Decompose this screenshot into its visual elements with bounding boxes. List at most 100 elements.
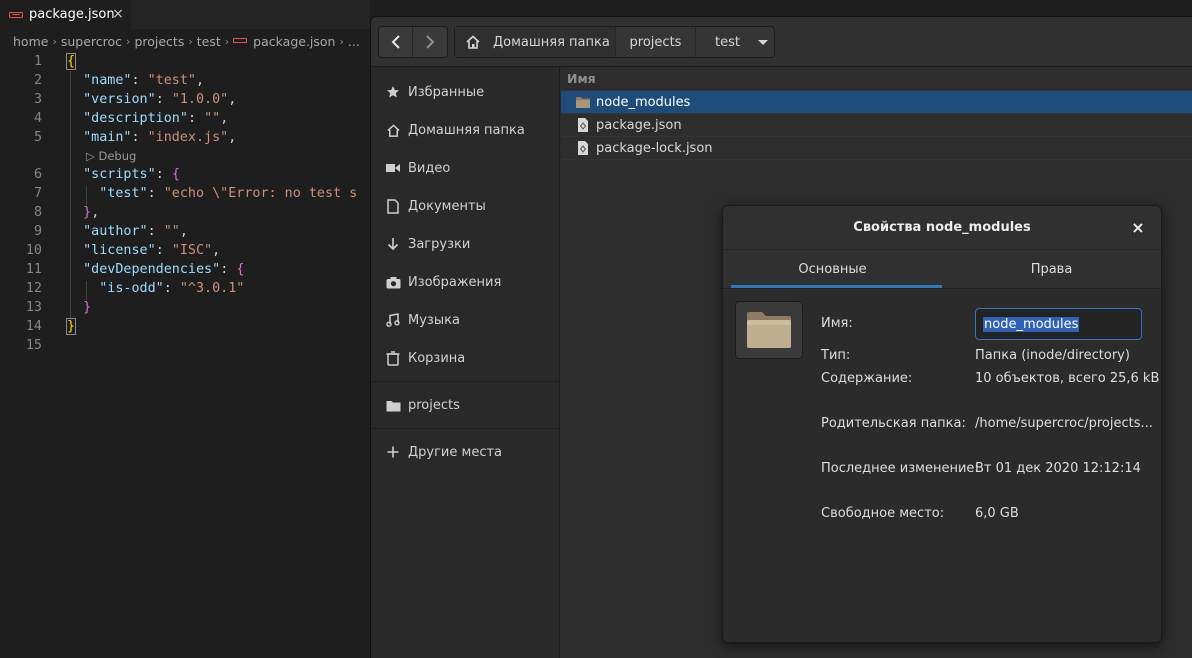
breadcrumb-test[interactable]: test xyxy=(197,34,221,49)
breadcrumb-supercroc[interactable]: supercroc xyxy=(61,34,122,49)
music-icon xyxy=(385,312,401,328)
code-area[interactable]: 1{ 2 "name": "test", 3 "version": "1.0.0… xyxy=(0,52,370,355)
code-line: 12 "is-odd": "^3.0.1" xyxy=(25,281,245,296)
code-line: 4 "description": "", xyxy=(33,111,229,126)
code-line: 15 xyxy=(25,338,42,353)
sidebar-item-label: Другие места xyxy=(408,444,503,460)
folder-icon-button[interactable] xyxy=(735,301,803,359)
sidebar-item-trash[interactable]: Корзина xyxy=(371,339,559,377)
back-button[interactable] xyxy=(379,27,414,57)
tab-close-icon[interactable]: × xyxy=(111,4,125,24)
properties-dialog: Свойства node_modules × Основные Права И… xyxy=(722,205,1162,643)
navigation-buttons xyxy=(378,26,448,58)
folder-icon xyxy=(576,97,590,108)
debug-codelens[interactable]: ▷ Debug xyxy=(0,147,370,165)
json-file-icon xyxy=(233,37,248,43)
breadcrumb-package-json[interactable]: package.json xyxy=(253,34,335,49)
sidebar-item-favorites[interactable]: Избранные xyxy=(371,73,559,111)
home-icon xyxy=(466,35,480,49)
modified-value: Вт 01 дек 2020 12:12:14 xyxy=(975,461,1141,476)
sidebar-item-label: Изображения xyxy=(408,274,502,290)
home-icon xyxy=(385,122,401,138)
file-row-package-json[interactable]: package.json xyxy=(561,114,1192,137)
sidebar-item-other-locations[interactable]: Другие места xyxy=(371,433,559,471)
chevron-left-icon xyxy=(391,35,400,49)
sidebar-item-video[interactable]: Видео xyxy=(371,149,559,187)
chevron-right-icon: › xyxy=(52,34,57,48)
name-input[interactable]: node_modules xyxy=(975,308,1142,340)
sidebar-item-home[interactable]: Домашняя папка xyxy=(371,111,559,149)
chevron-right-icon: › xyxy=(188,34,193,48)
sidebar-item-label: Загрузки xyxy=(408,236,471,252)
code-line: 1{ xyxy=(33,53,77,70)
file-row-node-modules[interactable]: node_modules xyxy=(561,91,1192,114)
path-projects-label: projects xyxy=(629,34,682,50)
sidebar-item-label: Видео xyxy=(408,160,451,176)
sidebar-item-label: Избранные xyxy=(408,84,485,100)
breadcrumb-projects[interactable]: projects xyxy=(134,34,184,49)
sidebar-item-label: projects xyxy=(408,397,460,413)
sidebar-item-label: Домашняя папка xyxy=(408,122,525,138)
chevron-right-icon: › xyxy=(339,34,344,48)
column-header-name[interactable]: Имя xyxy=(561,67,1192,91)
sidebar-item-pictures[interactable]: Изображения xyxy=(371,263,559,301)
folder-icon xyxy=(747,312,791,348)
plus-icon xyxy=(385,444,401,460)
places-sidebar: Избранные Домашняя папка Видео Документы… xyxy=(371,67,560,658)
contents-value: 10 объектов, всего 25,6 kB xyxy=(975,371,1160,386)
file-name: node_modules xyxy=(596,94,691,110)
parent-folder-label: Родительская папка: xyxy=(821,416,966,431)
sidebar-divider xyxy=(371,428,559,429)
free-space-value: 6,0 GB xyxy=(975,506,1019,521)
code-line: 3 "version": "1.0.0", xyxy=(33,92,237,107)
breadcrumb-home[interactable]: home xyxy=(13,34,48,49)
json-file-icon xyxy=(9,11,23,18)
code-editor: package.json × home › supercroc › projec… xyxy=(0,0,370,658)
modified-label: Последнее изменение: xyxy=(821,461,979,476)
chevron-right-icon xyxy=(426,35,435,49)
code-line: 8 }, xyxy=(33,205,100,220)
code-line: 2 "name": "test", xyxy=(33,73,205,88)
code-line: 14} xyxy=(25,318,77,335)
forward-button[interactable] xyxy=(413,27,447,57)
tab-label: package.json xyxy=(29,7,115,22)
sidebar-item-downloads[interactable]: Загрузки xyxy=(371,225,559,263)
path-test-button[interactable]: test xyxy=(696,27,774,57)
tab-permissions[interactable]: Права xyxy=(942,251,1161,288)
dialog-title: Свойства node_modules xyxy=(723,206,1161,250)
path-test-label: test xyxy=(715,34,740,50)
sidebar-item-label: Музыка xyxy=(408,312,460,328)
sidebar-item-projects[interactable]: projects xyxy=(371,386,559,424)
path-home-button[interactable]: Домашняя папка xyxy=(455,27,616,57)
star-icon xyxy=(385,84,401,100)
dialog-body: Имя: node_modules Тип: Папка (inode/dire… xyxy=(723,290,1161,642)
code-line: 5 "main": "index.js", xyxy=(33,130,237,145)
name-label: Имя: xyxy=(821,316,853,331)
type-label: Тип: xyxy=(821,348,851,363)
file-manager-header: Домашняя папка projects test xyxy=(371,17,1192,67)
camera-icon xyxy=(385,274,401,290)
path-projects-button[interactable]: projects xyxy=(616,27,696,57)
sidebar-item-label: Документы xyxy=(408,198,486,214)
code-line: 7 "test": "echo \"Error: no test s xyxy=(33,186,358,201)
close-icon[interactable]: × xyxy=(1129,219,1147,237)
editor-tab-bar: package.json × xyxy=(0,0,370,29)
chevron-right-icon: › xyxy=(224,34,230,48)
file-icon xyxy=(578,141,588,155)
sidebar-item-music[interactable]: Музыка xyxy=(371,301,559,339)
contents-label: Содержание: xyxy=(821,371,913,386)
trash-icon xyxy=(385,350,401,366)
breadcrumb-more[interactable]: ... xyxy=(348,34,360,49)
name-input-value: node_modules xyxy=(983,316,1080,332)
sidebar-divider xyxy=(371,381,559,382)
free-space-label: Свободное место: xyxy=(821,506,945,521)
tab-basic[interactable]: Основные xyxy=(723,251,942,288)
folder-icon xyxy=(385,397,401,413)
code-line: 10 "license": "ISC", xyxy=(25,243,221,258)
tab-package-json[interactable]: package.json × xyxy=(0,0,131,29)
code-line: 13 } xyxy=(25,300,92,315)
sidebar-item-documents[interactable]: Документы xyxy=(371,187,559,225)
video-icon xyxy=(385,160,401,176)
code-line: 6 "scripts": { xyxy=(33,167,180,182)
file-row-package-lock-json[interactable]: package-lock.json xyxy=(561,137,1192,160)
